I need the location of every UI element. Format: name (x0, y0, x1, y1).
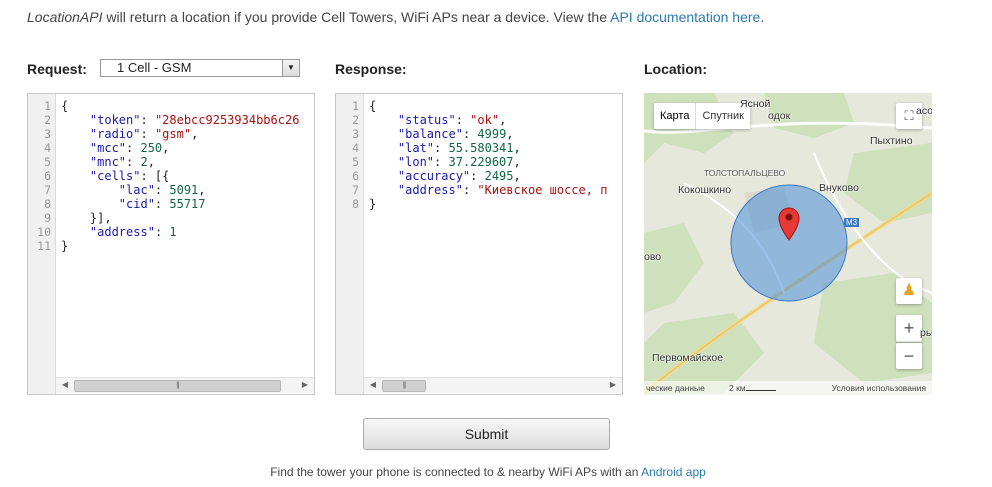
footer-text: Find the tower your phone is connected t… (0, 465, 976, 479)
footer-body: Find the tower your phone is connected t… (270, 465, 642, 479)
api-docs-link[interactable]: API documentation here (610, 9, 760, 25)
location-map[interactable]: Карта Спутник ⛶ ♟ + − Ясной одок асо Пых… (644, 93, 932, 395)
map-type-map-tab[interactable]: Карта (654, 103, 697, 129)
android-app-link[interactable]: Android app (641, 465, 706, 479)
pegman-icon[interactable]: ♟ (896, 278, 922, 304)
intro-body: will return a location if you provide Ce… (102, 9, 611, 25)
map-place-label: Первомайское (652, 352, 724, 364)
zoom-out-button[interactable]: − (896, 343, 922, 369)
chevron-down-icon[interactable]: ▼ (282, 60, 299, 76)
map-place-label: Внуково (819, 182, 859, 194)
map-data-credit: ческие данные (646, 383, 705, 393)
request-line-numbers: 1 2 3 4 5 6 7 8 9 10 11 (28, 94, 56, 394)
scrollbar-thumb[interactable]: ||| (382, 380, 426, 392)
road-shield: М3 (844, 218, 860, 227)
intro-text: LocationAPI will return a location if yo… (27, 9, 764, 25)
request-json-code[interactable]: { "token": "28ebcc9253934bb6c26 "radio":… (61, 99, 314, 253)
map-place-label: асо (916, 105, 932, 117)
map-place-label: Ясной (740, 98, 771, 110)
map-place-label: Кокошкино (678, 184, 732, 196)
response-line-numbers: 1 2 3 4 5 6 7 8 (336, 94, 364, 394)
map-place-label: ово (644, 251, 662, 263)
map-place-label: Пыхтино (870, 135, 913, 147)
request-type-value: 1 Cell - GSM (117, 60, 192, 75)
response-json-code[interactable]: { "status": "ok", "balance": 4999, "lat"… (369, 99, 622, 211)
scrollbar-thumb[interactable]: ||| (74, 380, 281, 392)
request-horizontal-scrollbar[interactable]: ◀ ||| ▶ (56, 377, 314, 393)
map-scale: 2 км (729, 383, 746, 393)
submit-button[interactable]: Submit (363, 418, 610, 450)
response-horizontal-scrollbar[interactable]: ◀ ||| ▶ (364, 377, 622, 393)
map-place-label: ТОЛСТОПАЛЬЦЕВО (704, 168, 786, 178)
map-attribution: ческие данные 2 км Условия использования (644, 381, 932, 395)
request-label: Request: (27, 61, 87, 77)
location-label: Location: (644, 61, 707, 77)
intro-suffix: . (760, 9, 765, 25)
api-name: LocationAPI (27, 9, 103, 25)
map-place-label: ры (920, 327, 932, 339)
request-type-select[interactable]: 1 Cell - GSM ▼ (100, 59, 300, 77)
map-scale-bar (746, 390, 776, 391)
scroll-right-icon[interactable]: ▶ (298, 378, 312, 392)
request-editor[interactable]: 1 2 3 4 5 6 7 8 9 10 11 { "token": "28eb… (27, 93, 315, 395)
map-place-label: одок (768, 110, 791, 122)
zoom-in-button[interactable]: + (896, 315, 922, 342)
response-label: Response: (335, 61, 407, 77)
map-type-control[interactable]: Карта Спутник (654, 103, 750, 129)
scroll-right-icon[interactable]: ▶ (606, 378, 620, 392)
scroll-left-icon[interactable]: ◀ (58, 378, 72, 392)
scroll-left-icon[interactable]: ◀ (366, 378, 380, 392)
response-editor[interactable]: 1 2 3 4 5 6 7 8 { "status": "ok", "balan… (335, 93, 623, 395)
map-terms-link[interactable]: Условия использования (832, 381, 926, 395)
